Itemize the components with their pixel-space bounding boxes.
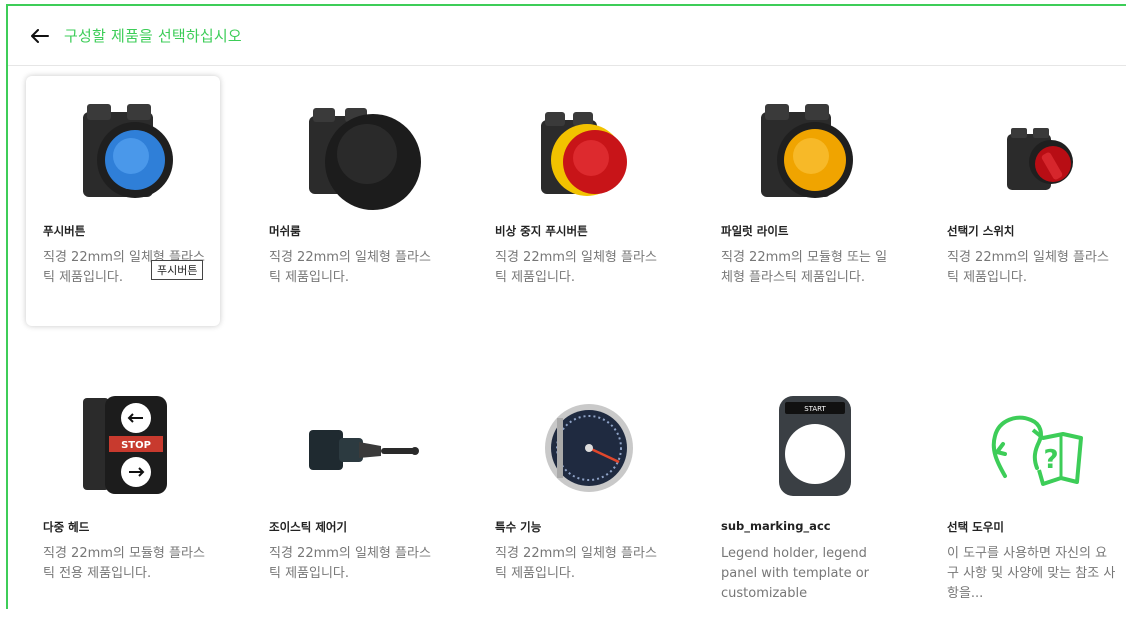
product-description: 직경 22mm의 일체형 플라스틱 제품입니다. <box>269 546 431 581</box>
product-description: 직경 22mm의 모듈형 또는 일체형 플라스틱 제품입니다. <box>721 250 888 285</box>
product-card-multi-head[interactable]: STOP 다중 헤드 직경 22mm의 모듈형 플라스틱 전용 제품입니다. <box>26 372 220 622</box>
product-name: 특수 기능 <box>495 520 542 534</box>
selector-switch-image <box>1007 128 1073 190</box>
product-card-joystick[interactable]: 조이스틱 제어기 직경 22mm의 일체형 플라스틱 제품입니다. <box>252 372 446 622</box>
page-title: 구성할 제품을 선택하십시오 <box>64 27 242 45</box>
product-description: 이 도구를 사용하면 자신의 요구 사항 및 사양에 맞는 참조 사항을... <box>947 546 1116 601</box>
stop-label: STOP <box>121 440 151 451</box>
product-name: 선택기 스위치 <box>947 224 1015 238</box>
svg-text:?: ? <box>1043 445 1058 475</box>
gauge-image <box>545 404 633 492</box>
tooltip: 푸시버튼 <box>151 260 204 280</box>
help-guide-icon: ? <box>991 415 1083 486</box>
blue-pushbutton-image <box>83 104 173 198</box>
product-name: 파일럿 라이트 <box>721 224 789 238</box>
joystick-image <box>309 430 419 470</box>
product-name: 머쉬룸 <box>269 224 301 238</box>
multi-head-image: STOP <box>83 396 167 494</box>
product-card-emergency-stop[interactable]: 비상 중지 푸시버튼 직경 22mm의 일체형 플라스틱 제품입니다. <box>478 76 672 326</box>
legend-label: START <box>804 405 826 413</box>
product-name: 푸시버튼 <box>43 224 86 238</box>
back-button[interactable] <box>28 24 52 48</box>
product-card-selection-helper[interactable]: ? 선택 도우미 이 도구를 사용하면 자신의 요구 사항 및 사양에 맞는 참… <box>930 372 1124 622</box>
product-name: 다중 헤드 <box>43 520 90 534</box>
product-card-legend-holder[interactable]: START sub_marking_acc Legend holder, leg… <box>704 372 898 622</box>
product-description: 직경 22mm의 일체형 플라스틱 제품입니다. <box>495 546 657 581</box>
header: 구성할 제품을 선택하십시오 <box>8 6 1126 66</box>
product-card-pilot-light[interactable]: 파일럿 라이트 직경 22mm의 모듈형 또는 일체형 플라스틱 제품입니다. <box>704 76 898 326</box>
product-description: 직경 22mm의 일체형 플라스틱 제품입니다. <box>947 250 1109 285</box>
product-description: 직경 22mm의 일체형 플라스틱 제품입니다. <box>269 250 431 285</box>
product-description: Legend holder, legend panel with templat… <box>721 546 870 601</box>
app-frame: 구성할 제품을 선택하십시오 푸시버튼 직경 22mm의 일체형 플라스틱 제품… <box>6 4 1126 609</box>
emergency-stop-image <box>541 112 627 196</box>
legend-holder-image: START <box>779 396 851 496</box>
arrow-left-icon <box>31 29 49 43</box>
product-name: 조이스틱 제어기 <box>269 520 348 534</box>
product-name: sub_marking_acc <box>721 519 831 533</box>
pilot-light-image <box>761 104 853 198</box>
product-description: 직경 22mm의 일체형 플라스틱 제품입니다. <box>495 250 657 285</box>
product-name: 비상 중지 푸시버튼 <box>495 224 588 238</box>
product-card-pushbutton[interactable]: 푸시버튼 직경 22mm의 일체형 플라스틱 제품입니다. 푸시버튼 <box>26 76 220 326</box>
mushroom-button-image <box>309 108 421 210</box>
product-card-selector-switch[interactable]: 선택기 스위치 직경 22mm의 일체형 플라스틱 제품입니다. <box>930 76 1124 326</box>
product-card-mushroom[interactable]: 머쉬룸 직경 22mm의 일체형 플라스틱 제품입니다. <box>252 76 446 326</box>
product-description: 직경 22mm의 모듈형 플라스틱 전용 제품입니다. <box>43 546 205 581</box>
product-name: 선택 도우미 <box>947 520 1004 534</box>
product-card-special-function[interactable]: 특수 기능 직경 22mm의 일체형 플라스틱 제품입니다. <box>478 372 672 622</box>
product-grid: 푸시버튼 직경 22mm의 일체형 플라스틱 제품입니다. 푸시버튼 머쉬룸 직… <box>26 76 1126 606</box>
